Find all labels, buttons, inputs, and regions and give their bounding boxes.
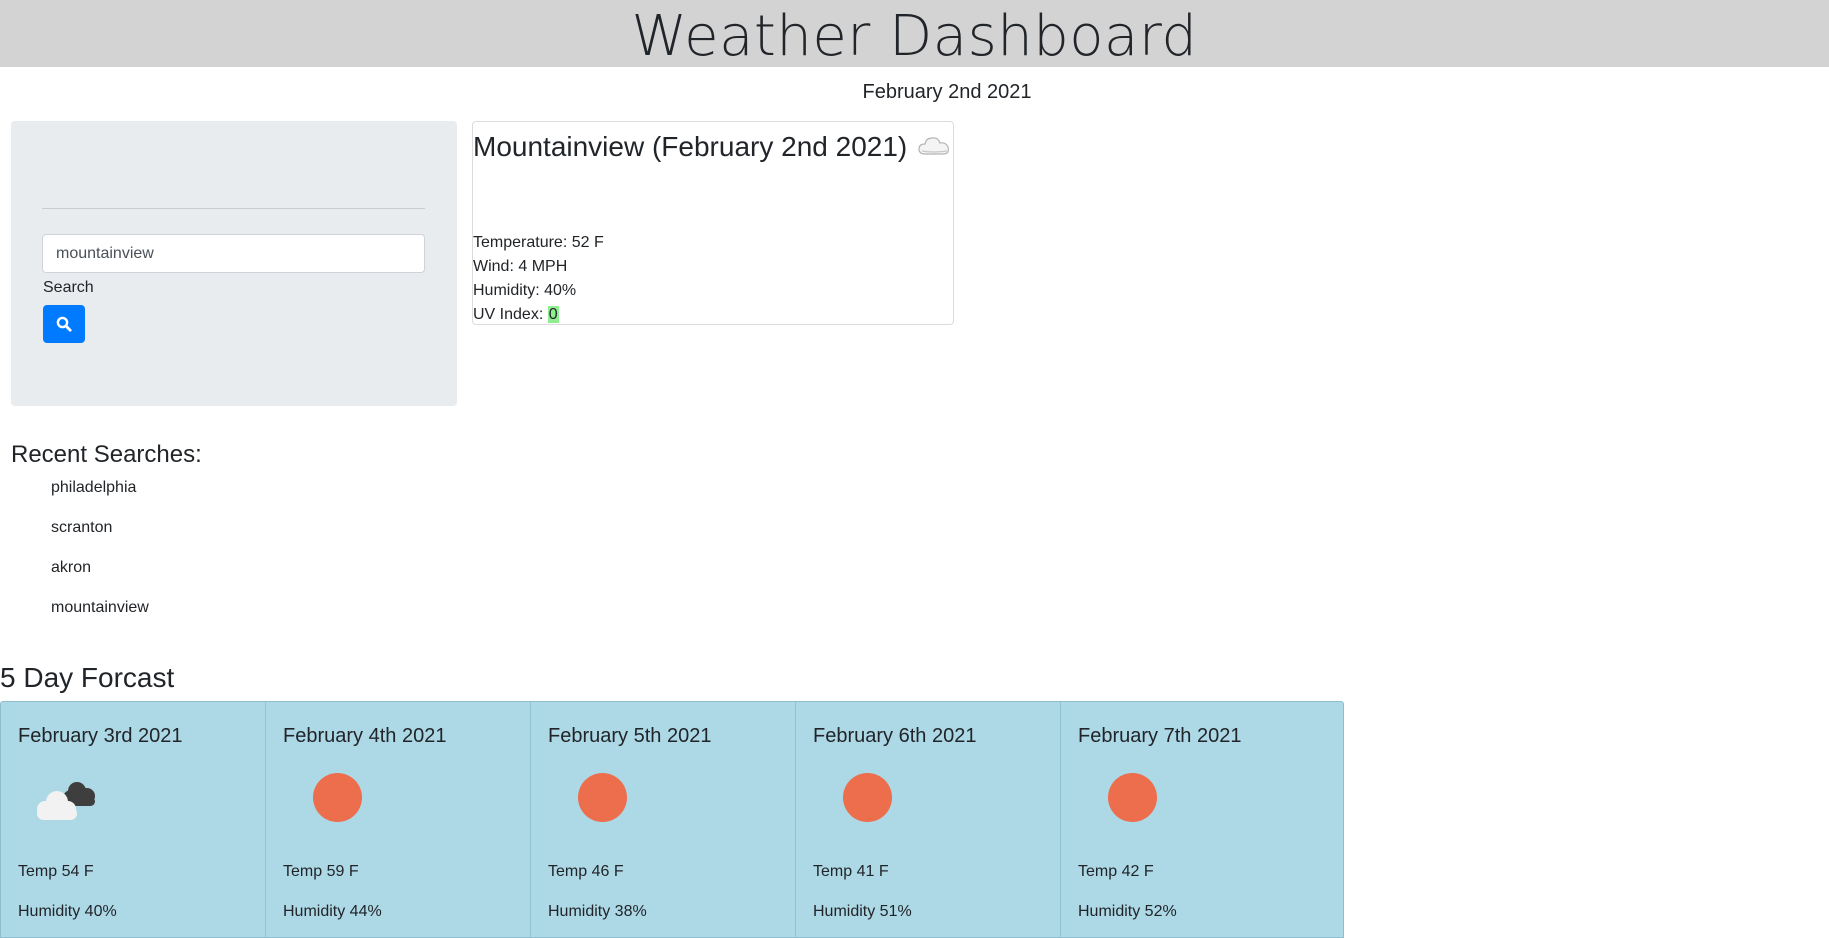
current-humidity: Humidity: 40% (473, 282, 577, 299)
forecast-humidity: Humidity 51% (813, 903, 912, 920)
recent-searches-list: philadelphia scranton akron mountainview (51, 478, 149, 638)
search-button[interactable] (43, 305, 85, 343)
forecast-date: February 4th 2021 (283, 725, 447, 747)
forecast-date: February 7th 2021 (1078, 725, 1242, 747)
forecast-humidity: Humidity 40% (18, 903, 117, 920)
forecast-humidity: Humidity 52% (1078, 903, 1177, 920)
forecast-humidity: Humidity 38% (548, 903, 647, 920)
forecast-date: February 6th 2021 (813, 725, 977, 747)
forecast-day-card: February 7th 2021 Temp 42 F Humidity 52% (1061, 702, 1343, 937)
forecast-day-card: February 3rd 2021 Temp 54 F Humidity 40% (1, 702, 266, 937)
sun-icon (313, 773, 362, 822)
current-temperature: Temperature: 52 F (473, 234, 604, 251)
sun-icon (843, 773, 892, 822)
forecast-temp: Temp 41 F (813, 863, 889, 880)
forecast-heading: 5 Day Forcast (0, 662, 175, 693)
divider (42, 208, 425, 209)
current-weather-card: Mountainview (February 2nd 2021) Tempera… (472, 121, 954, 325)
forecast-humidity: Humidity 44% (283, 903, 382, 920)
forecast-date: February 3rd 2021 (18, 725, 183, 747)
forecast-day-card: February 5th 2021 Temp 46 F Humidity 38% (531, 702, 796, 937)
forecast-temp: Temp 46 F (548, 863, 624, 880)
forecast-temp: Temp 42 F (1078, 863, 1154, 880)
search-icon (56, 316, 72, 332)
sun-icon (578, 773, 627, 822)
recent-search-item[interactable]: akron (51, 558, 149, 598)
recent-search-item[interactable]: philadelphia (51, 478, 149, 518)
uv-label: UV Index: (473, 306, 548, 323)
forecast-day-card: February 6th 2021 Temp 41 F Humidity 51% (796, 702, 1061, 937)
clouds-icon (37, 782, 95, 820)
forecast-temp: Temp 59 F (283, 863, 359, 880)
search-panel: Search (11, 121, 457, 406)
current-wind: Wind: 4 MPH (473, 258, 568, 275)
sun-icon (1108, 773, 1157, 822)
recent-searches-heading: Recent Searches: (11, 441, 202, 468)
current-uv-index: UV Index: 0 (473, 305, 559, 325)
forecast-date: February 5th 2021 (548, 725, 712, 747)
recent-search-item[interactable]: mountainview (51, 598, 149, 638)
page-title: Weather Dashboard (631, 4, 1198, 69)
recent-search-item[interactable]: scranton (51, 518, 149, 558)
current-city-date: Mountainview (February 2nd 2021) (473, 131, 908, 162)
forecast-day-card: February 4th 2021 Temp 59 F Humidity 44% (266, 702, 531, 937)
page-header: Weather Dashboard (0, 0, 1829, 69)
current-date: February 2nd 2021 (862, 81, 1032, 103)
current-weather-title: Mountainview (February 2nd 2021) (473, 130, 951, 164)
cloud-icon (917, 130, 951, 164)
five-day-forecast: February 3rd 2021 Temp 54 F Humidity 40%… (0, 701, 1344, 938)
forecast-temp: Temp 54 F (18, 863, 94, 880)
uv-value-badge: 0 (547, 306, 559, 323)
search-label: Search (43, 279, 94, 296)
city-search-input[interactable] (42, 234, 425, 273)
